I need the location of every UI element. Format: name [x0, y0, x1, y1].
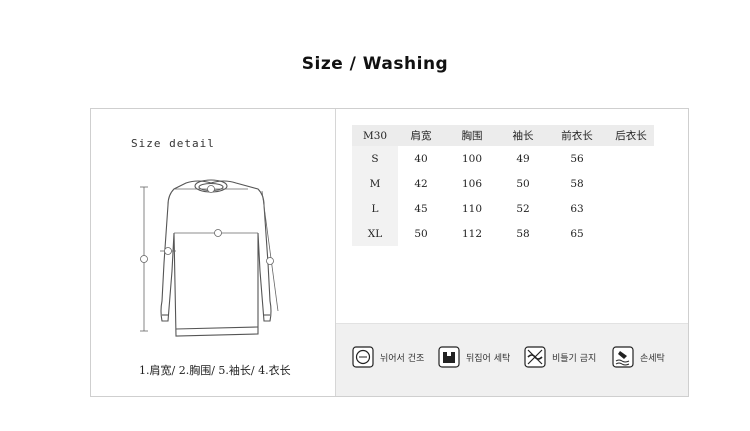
table-cell: 42 [414, 177, 428, 190]
table-cell: 50 [516, 177, 530, 190]
measurement-legend: 1.肩宽/ 2.胸围/ 5.袖长/ 4.衣长 [139, 364, 291, 377]
table-cell: 63 [570, 202, 584, 215]
table-cell: 45 [414, 202, 428, 215]
size-cell: M [352, 171, 398, 196]
column-header: 前衣长 [546, 125, 608, 146]
column-header: M30 [352, 125, 398, 146]
inside-out-icon [438, 346, 460, 368]
size-washing-frame: Size detail 1.肩宽/ 2.胸围/ 5.袖长/ 4.衣长 M30 肩… [90, 108, 689, 397]
wash-label: 손세탁 [640, 353, 665, 364]
wash-label: 뉘어서 건조 [380, 353, 425, 364]
column-header: 肩宽 [398, 125, 444, 146]
wash-item: 뒤집어 세탁 [438, 346, 510, 368]
tumble-dry-icon [352, 346, 374, 368]
table-panel: M30 肩宽 胸围 袖长 前衣长 后衣长 S 40 100 49 56 M 42… [336, 109, 688, 396]
size-detail-panel: Size detail 1.肩宽/ 2.胸围/ 5.袖长/ 4.衣长 [91, 109, 336, 396]
table-row: M 42 106 50 58 [352, 171, 654, 196]
table-cell: 112 [461, 227, 483, 240]
table-cell: 58 [570, 177, 584, 190]
column-header: 袖长 [500, 125, 546, 146]
table-cell: 106 [461, 177, 483, 190]
no-wring-icon [524, 346, 546, 368]
hand-wash-icon [612, 346, 634, 368]
table-cell: 52 [516, 202, 530, 215]
page-title: Size / Washing [301, 54, 449, 74]
column-header: 后衣长 [608, 125, 654, 146]
table-cell [608, 221, 654, 246]
table-cell: 100 [461, 152, 483, 165]
column-header: 胸围 [444, 125, 500, 146]
size-cell: S [352, 146, 398, 171]
table-row: S 40 100 49 56 [352, 146, 654, 171]
wash-item: 뉘어서 건조 [352, 346, 424, 368]
table-cell [608, 146, 654, 171]
table-cell: 65 [570, 227, 584, 240]
size-cell: XL [352, 221, 398, 246]
table-cell: 49 [516, 152, 530, 165]
wash-label: 비틀기 금지 [552, 353, 597, 364]
washing-instructions: 뉘어서 건조 뒤집어 세탁 비틀기 금지 손세탁 [336, 323, 688, 396]
table-row: L 45 110 52 63 [352, 196, 654, 221]
table-cell [608, 171, 654, 196]
size-table: M30 肩宽 胸围 袖长 前衣长 后衣长 S 40 100 49 56 M 42… [352, 125, 654, 246]
table-row: XL 50 112 58 65 [352, 221, 654, 246]
table-cell: 110 [461, 202, 483, 215]
table-cell: 40 [414, 152, 428, 165]
wash-item: 비틀기 금지 [524, 346, 596, 368]
table-cell [608, 196, 654, 221]
table-cell: 58 [516, 227, 530, 240]
table-header-row: M30 肩宽 胸围 袖长 前衣长 后衣长 [352, 125, 654, 146]
size-cell: L [352, 196, 398, 221]
size-detail-label: Size detail [131, 137, 215, 150]
shirt-diagram [140, 179, 279, 337]
wash-item: 손세탁 [612, 346, 665, 368]
table-cell: 56 [570, 152, 584, 165]
wash-label: 뒤집어 세탁 [466, 353, 511, 364]
table-cell: 50 [414, 227, 428, 240]
